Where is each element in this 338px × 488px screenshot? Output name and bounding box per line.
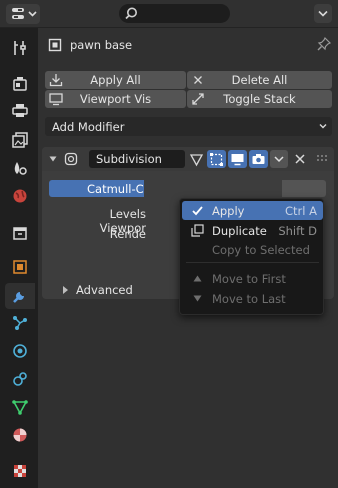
apply-menu-item[interactable]: Apply Ctrl A xyxy=(182,201,323,220)
physics-tab[interactable] xyxy=(5,338,35,364)
tool-icon xyxy=(14,41,26,55)
viewport-vis-label: Viewport Vis xyxy=(79,92,152,106)
search-input[interactable] xyxy=(119,4,230,23)
modifier-extras-dropdown[interactable] xyxy=(270,150,288,168)
delete-all-button[interactable]: Delete All xyxy=(187,71,332,89)
viewport-vis-button[interactable]: Viewport Vis xyxy=(45,90,186,108)
scene-tab[interactable] xyxy=(5,155,35,181)
advanced-expand-icon[interactable] xyxy=(63,286,68,294)
duplicate-menu-item[interactable]: Duplicate Shift D xyxy=(182,221,323,240)
collection-tab[interactable] xyxy=(5,220,35,246)
chevron-down-icon xyxy=(318,10,328,17)
collection-icon xyxy=(13,227,27,240)
physics-icon xyxy=(13,344,27,358)
material-tab[interactable] xyxy=(5,422,35,448)
constraints-tab[interactable] xyxy=(5,366,35,392)
wrench-icon xyxy=(13,292,24,303)
triangle-down-icon xyxy=(193,295,202,302)
output-tab[interactable] xyxy=(5,97,35,123)
add-modifier-label: Add Modifier xyxy=(52,119,125,134)
camera-icon xyxy=(252,153,265,164)
subdivision-modifier-icon xyxy=(64,152,78,166)
object-name: pawn base xyxy=(70,38,133,52)
object-tab[interactable] xyxy=(5,254,35,280)
collapse-triangle-icon[interactable] xyxy=(48,154,58,164)
simple-button[interactable] xyxy=(282,180,326,197)
catmull-clark-button[interactable]: Catmull-Cla xyxy=(49,180,144,197)
close-icon[interactable] xyxy=(293,152,307,166)
delete-all-label: Delete All xyxy=(231,73,288,87)
scene-icon xyxy=(14,162,27,175)
particles-tab[interactable] xyxy=(5,310,35,336)
search-icon xyxy=(125,7,137,20)
edit-mode-toggle[interactable] xyxy=(207,150,226,168)
copy-to-selected-label: Copy to Selected xyxy=(212,242,310,257)
duplicate-shortcut: Shift D xyxy=(278,223,317,238)
collapse-button[interactable] xyxy=(314,4,332,23)
modifier-tab[interactable] xyxy=(5,283,35,309)
advanced-subpanel-label[interactable]: Advanced xyxy=(76,283,133,297)
modifier-properties: pawn base Apply All Delete All Viewport … xyxy=(38,28,338,488)
render-icon xyxy=(13,77,27,91)
drag-handle-icon[interactable] xyxy=(316,154,330,164)
modifier-extras-menu: Apply Ctrl A Duplicate Shift D Copy to S… xyxy=(179,198,324,315)
world-icon xyxy=(13,189,27,203)
view-layer-tab[interactable] xyxy=(5,127,35,153)
copy-to-selected-menu-item[interactable]: Copy to Selected xyxy=(182,240,323,259)
editor-type-button[interactable] xyxy=(6,4,40,24)
toggle-stack-label: Toggle Stack xyxy=(223,92,296,106)
move-to-last-menu-item[interactable]: Move to Last xyxy=(182,289,323,308)
render-tab[interactable] xyxy=(5,71,35,97)
on-cage-toggle[interactable] xyxy=(187,150,206,168)
apply-shortcut: Ctrl A xyxy=(285,203,317,218)
material-icon xyxy=(13,428,27,442)
viewport-toggle[interactable] xyxy=(228,150,247,168)
check-icon xyxy=(192,206,203,216)
toggle-stack-button[interactable]: Toggle Stack xyxy=(187,90,332,108)
object-icon xyxy=(13,260,27,274)
render-toggle[interactable] xyxy=(249,150,268,168)
edit-mode-icon xyxy=(210,152,223,166)
top-bar xyxy=(0,0,338,28)
move-to-last-label: Move to Last xyxy=(212,291,286,306)
chevron-down-icon xyxy=(274,156,284,163)
world-tab[interactable] xyxy=(5,183,35,209)
duplicate-label: Duplicate xyxy=(212,223,267,238)
pin-icon[interactable] xyxy=(316,36,332,52)
monitor-icon xyxy=(49,93,63,106)
properties-tabs xyxy=(0,28,38,488)
x-icon xyxy=(194,76,202,84)
modifier-header: Subdivision xyxy=(42,147,334,171)
texture-tab[interactable] xyxy=(5,458,35,484)
object-header: pawn base xyxy=(38,28,338,62)
output-icon xyxy=(12,104,28,117)
chevron-down-icon xyxy=(319,124,327,129)
add-modifier-dropdown[interactable]: Add Modifier xyxy=(45,117,332,136)
modifier-name: Subdivision xyxy=(96,152,162,166)
download-icon xyxy=(49,74,63,87)
monitor-icon xyxy=(231,153,244,165)
menu-separator xyxy=(186,262,319,263)
tool-tab[interactable] xyxy=(5,35,35,61)
object-data-icon xyxy=(48,38,62,52)
texture-icon xyxy=(14,465,26,477)
apply-all-label: Apply All xyxy=(90,73,141,87)
data-tab[interactable] xyxy=(5,394,35,420)
modifier-name-field[interactable]: Subdivision xyxy=(89,150,185,168)
constraints-icon xyxy=(13,372,27,386)
move-to-first-menu-item[interactable]: Move to First xyxy=(182,269,323,288)
duplicate-icon xyxy=(191,224,204,237)
apply-label: Apply xyxy=(212,203,245,218)
expand-arrows-icon xyxy=(192,93,204,105)
render-levels-label: Rende xyxy=(109,227,146,241)
apply-all-button[interactable]: Apply All xyxy=(45,71,186,89)
particles-icon xyxy=(13,316,27,330)
triangle-vertices-icon xyxy=(189,153,204,166)
view-layer-icon xyxy=(12,132,28,148)
mesh-data-icon xyxy=(12,400,28,415)
catmull-clark-label: Catmull-Cla xyxy=(87,181,144,196)
properties-editor-icon xyxy=(12,8,37,19)
triangle-up-icon xyxy=(193,275,202,282)
move-to-first-label: Move to First xyxy=(212,271,286,286)
